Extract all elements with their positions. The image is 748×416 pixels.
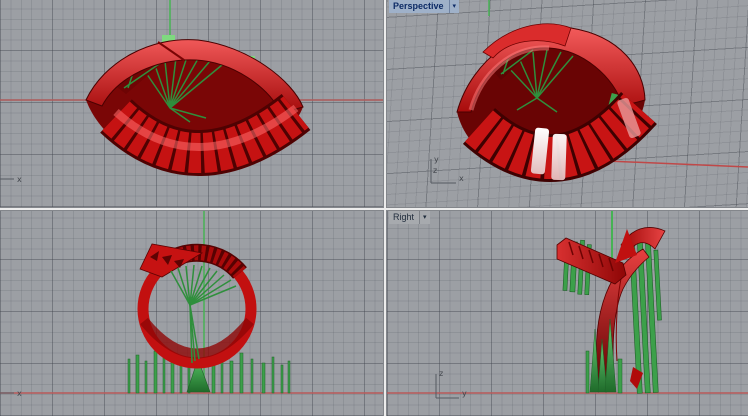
dropdown-arrow-icon[interactable]: ▾ bbox=[449, 0, 460, 13]
ring-model-top-view bbox=[86, 40, 303, 173]
app-window: x bbox=[0, 0, 748, 416]
axis-icon-perspective: y z x bbox=[425, 152, 505, 188]
viewport-front[interactable]: x bbox=[0, 211, 383, 416]
viewport-title-label[interactable]: Perspective bbox=[389, 0, 449, 13]
top-view-canvas bbox=[0, 0, 383, 207]
axis-x-label: x bbox=[17, 175, 22, 184]
axis-icon-top: x bbox=[0, 168, 30, 190]
axis-y-label: y bbox=[462, 389, 467, 398]
ring-model-front-view bbox=[140, 244, 251, 363]
rib-highlight-white bbox=[551, 134, 567, 180]
axis-x-label: x bbox=[17, 389, 22, 398]
viewport-title-label[interactable]: Right bbox=[389, 211, 419, 224]
axis-icon-right: z y bbox=[429, 364, 509, 404]
axis-icon-front: x bbox=[0, 382, 30, 404]
axis-x-label: x bbox=[459, 174, 464, 183]
axis-z-label: z bbox=[433, 166, 437, 175]
dropdown-arrow-icon[interactable]: ▾ bbox=[419, 211, 430, 224]
viewport-right[interactable]: z y Right ▾ bbox=[387, 211, 748, 416]
viewport-title-perspective[interactable]: Perspective ▾ bbox=[389, 0, 459, 13]
viewport-perspective[interactable]: y z x Perspective ▾ bbox=[387, 0, 748, 207]
axis-z-label: z bbox=[439, 369, 443, 378]
axis-y-label: y bbox=[434, 155, 439, 164]
viewport-top[interactable]: x bbox=[0, 0, 383, 207]
viewport-title-right[interactable]: Right ▾ bbox=[389, 211, 430, 224]
front-view-canvas bbox=[0, 211, 383, 416]
